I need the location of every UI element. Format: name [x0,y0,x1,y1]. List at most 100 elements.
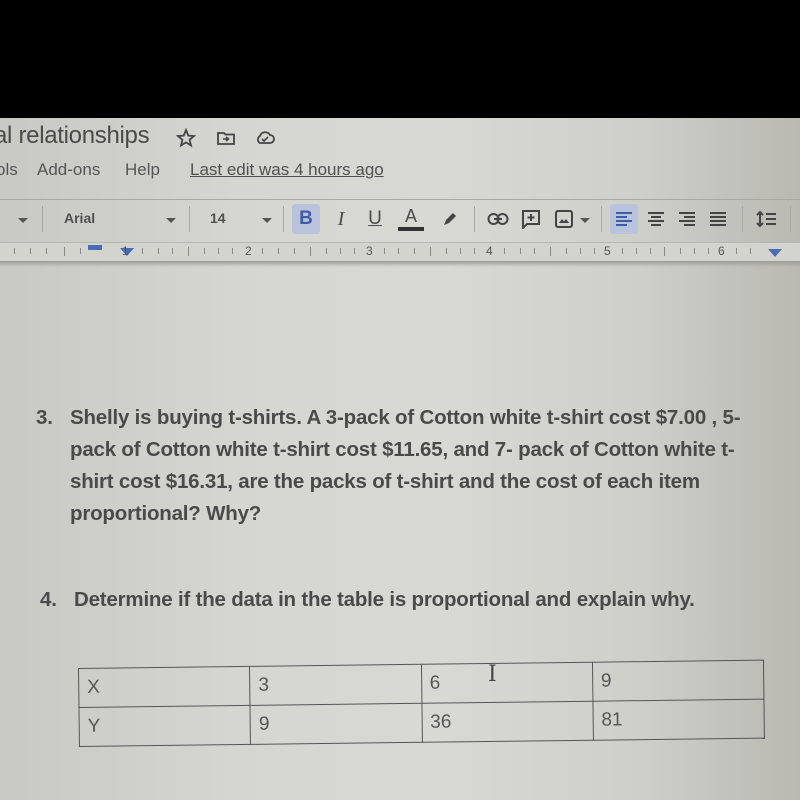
text-color-icon: A [404,206,417,226]
ruler-tick [188,247,189,256]
style-dropdown-arrow-icon[interactable] [18,218,28,223]
highlight-button[interactable] [436,204,464,234]
add-comment-icon [522,210,540,229]
divider [42,206,43,232]
link-icon [487,213,509,225]
question-number: 4. [40,588,57,611]
data-table[interactable]: X 3 6 9 Y 9 36 81 [78,660,765,747]
ruler-tick [384,248,385,254]
ruler-tick [80,248,81,254]
star-icon[interactable] [175,127,197,148]
ruler-tick [694,248,695,254]
toolbar: Arial 14 B I U A [0,200,800,240]
text-cursor-icon: I [488,662,497,687]
table-cell[interactable]: 6 [420,662,593,704]
underline-button[interactable]: U [361,204,389,234]
title-bar: al relationships ols Add-ons Help Last e… [0,118,800,200]
highlighter-icon [444,213,456,225]
ruler-label: 2 [245,244,252,258]
ruler-tick [534,248,535,254]
table-cell[interactable]: Y [78,705,251,747]
ruler-tick [474,248,475,254]
menu-help[interactable]: Help [125,160,160,180]
question-4: 4. Determine if the data in the table is… [40,584,764,616]
add-comment-button[interactable] [517,204,545,234]
document-title[interactable]: al relationships [0,122,150,150]
ruler-tick [30,248,31,254]
ruler-tick [232,248,233,254]
ruler-tick [566,248,567,254]
menu-add-ons[interactable]: Add-ons [37,160,100,180]
ruler-tick [158,248,159,254]
text-color-button[interactable]: A [397,204,425,234]
ruler-tick [46,248,47,254]
ruler-tick [636,248,637,254]
font-size-select[interactable]: 14 [210,210,226,226]
ruler-tick [326,248,327,254]
table-cell[interactable]: 3 [249,664,422,706]
divider [601,206,602,232]
ruler-tick [262,248,263,254]
underline-icon: U [368,208,382,229]
ruler-tick [204,248,205,254]
cloud-saved-icon[interactable] [254,128,275,148]
divider [742,206,743,232]
ruler-tick [708,248,709,254]
last-edit-link[interactable]: Last edit was 4 hours ago [190,160,384,180]
align-right-icon [679,212,695,226]
table-cell[interactable]: X [78,666,251,708]
ruler-tick [580,248,581,254]
ruler-tick [550,247,551,256]
ruler-tick [594,248,595,254]
ruler-tick [340,248,341,254]
table-cell[interactable]: 9 [250,703,422,745]
divider [474,206,475,232]
ruler-label: 5 [604,244,611,258]
image-dropdown-arrow-icon[interactable] [580,218,590,223]
ruler-tick [294,248,295,254]
table-cell[interactable]: 9 [592,660,764,702]
align-right-button[interactable] [673,204,701,234]
ruler-tick [414,248,415,254]
ruler-tick [14,248,15,254]
text-color-swatch [398,227,424,231]
bold-button[interactable]: B [292,204,320,234]
ruler-tick [446,248,447,254]
font-dropdown-arrow-icon[interactable] [166,218,176,223]
table-cell[interactable]: 36 [421,701,594,743]
ruler-label: 1 [122,244,129,258]
move-to-folder-icon[interactable] [216,128,236,148]
font-family-select[interactable]: Arial [64,210,95,226]
menu-tools[interactable]: ols [0,160,18,180]
right-indent-handle[interactable] [768,249,782,257]
ruler-tick [354,248,355,254]
bold-icon: B [299,208,313,229]
document-page[interactable]: 3. Shelly is buying t-shirts. A 3-pack o… [0,266,800,800]
divider [283,206,284,232]
question-text: Shelly is buying t-shirts. A 3-pack of C… [70,406,741,525]
align-center-button[interactable] [642,204,670,234]
horizontal-ruler[interactable]: 1 2 3 4 5 6 [0,242,800,262]
ruler-tick [142,248,143,254]
line-spacing-button[interactable] [752,204,780,234]
italic-button[interactable]: I [327,204,355,234]
ruler-tick [520,248,521,254]
align-left-button[interactable] [610,204,638,234]
justify-button[interactable] [704,204,732,234]
question-3: 3. Shelly is buying t-shirts. A 3-pack o… [36,402,770,530]
insert-image-button[interactable] [550,204,578,234]
insert-link-button[interactable] [484,204,512,234]
first-line-indent-handle[interactable] [88,245,102,250]
divider [790,206,791,232]
question-number: 3. [36,406,53,429]
ruler-tick [430,247,431,256]
ruler-tick [64,247,65,256]
ruler-tick [398,248,399,254]
ruler-tick [680,248,681,254]
ruler-label: 4 [486,244,493,258]
align-center-icon [648,212,664,226]
table-cell[interactable]: 81 [592,699,765,741]
align-left-icon [616,212,632,226]
font-size-dropdown-arrow-icon[interactable] [262,218,272,223]
ruler-tick [750,248,751,254]
